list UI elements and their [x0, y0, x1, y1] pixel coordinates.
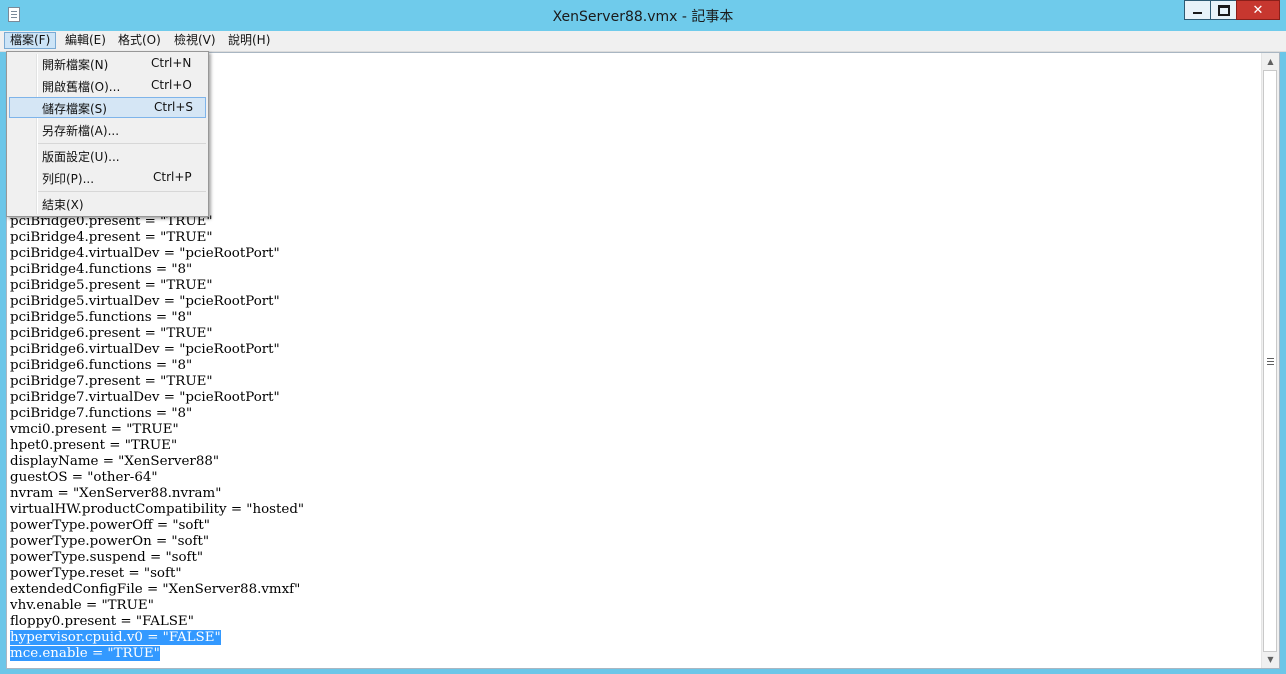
line-text: pciBridge5.present = "TRUE" — [10, 278, 213, 293]
menu-item-save[interactable]: 儲存檔案(S) Ctrl+S — [9, 97, 206, 118]
line-text: pciBridge4.present = "TRUE" — [10, 230, 213, 245]
window-controls: ✕ — [1184, 0, 1280, 21]
line-text: pciBridge7.virtualDev = "pcieRootPort" — [10, 390, 280, 405]
text-line[interactable]: pciBridge6.virtualDev = "pcieRootPort" — [10, 342, 1261, 358]
line-text: powerType.suspend = "soft" — [10, 550, 204, 565]
text-line[interactable]: pciBridge7.virtualDev = "pcieRootPort" — [10, 390, 1261, 406]
text-line[interactable]: hpet0.present = "TRUE" — [10, 438, 1261, 454]
scroll-up-arrow-icon[interactable]: ▲ — [1262, 53, 1279, 70]
menu-item-label: 另存新檔(A)... — [42, 124, 120, 138]
text-line[interactable]: pciBridge5.virtualDev = "pcieRootPort" — [10, 294, 1261, 310]
text-line[interactable]: floppy0.present = "FALSE" — [10, 614, 1261, 630]
line-text: hpet0.present = "TRUE" — [10, 438, 178, 453]
menu-item-shortcut: Ctrl+O — [151, 78, 192, 92]
text-line[interactable]: powerType.suspend = "soft" — [10, 550, 1261, 566]
menu-item-label: 儲存檔案(S) — [42, 102, 107, 116]
text-line[interactable]: vhv.enable = "TRUE" — [10, 598, 1261, 614]
text-line[interactable]: pciBridge4.present = "TRUE" — [10, 230, 1261, 246]
menu-item-label: 列印(P)... — [42, 172, 95, 186]
text-line[interactable]: powerType.reset = "soft" — [10, 566, 1261, 582]
window-title: XenServer88.vmx - 記事本 — [552, 9, 734, 25]
minimize-icon — [1193, 12, 1202, 14]
text-line[interactable]: powerType.powerOff = "soft" — [10, 518, 1261, 534]
menu-separator — [38, 191, 206, 192]
menu-format[interactable]: 格式(O) — [113, 32, 166, 49]
line-text: pciBridge7.functions = "8" — [10, 406, 193, 421]
line-text: pciBridge6.functions = "8" — [10, 358, 193, 373]
text-line[interactable]: mce.enable = "TRUE" — [10, 646, 1261, 662]
line-text: pciBridge4.virtualDev = "pcieRootPort" — [10, 246, 280, 261]
text-line[interactable]: nvram = "XenServer88.nvram" — [10, 486, 1261, 502]
scrollbar-thumb[interactable] — [1263, 70, 1277, 652]
line-text: floppy0.present = "FALSE" — [10, 614, 194, 629]
line-text: mce.enable = "TRUE" — [10, 646, 160, 661]
scroll-down-arrow-icon[interactable]: ▼ — [1262, 651, 1279, 668]
text-line[interactable]: pciBridge7.present = "TRUE" — [10, 374, 1261, 390]
menu-item-label: 開新檔案(N) — [42, 58, 109, 72]
text-line[interactable]: virtualHW.productCompatibility = "hosted… — [10, 502, 1261, 518]
menu-item-page-setup[interactable]: 版面設定(U)... — [9, 145, 206, 166]
line-text: vmci0.present = "TRUE" — [10, 422, 179, 437]
text-line[interactable]: pciBridge7.functions = "8" — [10, 406, 1261, 422]
close-button[interactable]: ✕ — [1236, 0, 1280, 20]
line-text: virtualHW.productCompatibility = "hosted… — [10, 502, 305, 517]
menu-item-print[interactable]: 列印(P)... Ctrl+P — [9, 167, 206, 188]
text-line[interactable]: vmci0.present = "TRUE" — [10, 422, 1261, 438]
menu-item-new[interactable]: 開新檔案(N) Ctrl+N — [9, 53, 206, 74]
text-line[interactable]: pciBridge6.present = "TRUE" — [10, 326, 1261, 342]
menu-item-shortcut: Ctrl+N — [151, 56, 192, 70]
line-text: pciBridge7.present = "TRUE" — [10, 374, 213, 389]
menu-item-shortcut: Ctrl+P — [153, 170, 192, 184]
line-text: pciBridge4.functions = "8" — [10, 262, 193, 277]
line-text: pciBridge5.functions = "8" — [10, 310, 193, 325]
vertical-scrollbar[interactable]: ▲ ▼ — [1261, 53, 1279, 668]
menu-item-open[interactable]: 開啟舊檔(O)... Ctrl+O — [9, 75, 206, 96]
line-text: pciBridge6.present = "TRUE" — [10, 326, 213, 341]
line-text: powerType.reset = "soft" — [10, 566, 182, 581]
menu-help[interactable]: 說明(H) — [223, 32, 275, 49]
line-text: nvram = "XenServer88.nvram" — [10, 486, 222, 501]
line-text: extendedConfigFile = "XenServer88.vmxf" — [10, 582, 301, 597]
menu-file[interactable]: 檔案(F) — [4, 32, 57, 49]
menu-item-exit[interactable]: 結束(X) — [9, 193, 206, 214]
line-text: powerType.powerOn = "soft" — [10, 534, 210, 549]
text-line[interactable]: displayName = "XenServer88" — [10, 454, 1261, 470]
menu-separator — [38, 143, 206, 144]
grip-icon — [1266, 360, 1274, 362]
line-text: pciBridge5.virtualDev = "pcieRootPort" — [10, 294, 280, 309]
menu-item-shortcut: Ctrl+S — [154, 100, 194, 114]
maximize-icon — [1217, 4, 1230, 16]
close-icon: ✕ — [1252, 2, 1264, 18]
menu-item-save-as[interactable]: 另存新檔(A)... — [9, 119, 206, 140]
text-line[interactable]: hypervisor.cpuid.v0 = "FALSE" — [10, 630, 1261, 646]
text-line[interactable]: pciBridge6.functions = "8" — [10, 358, 1261, 374]
line-text: displayName = "XenServer88" — [10, 454, 220, 469]
line-text: guestOS = "other-64" — [10, 470, 158, 485]
text-line[interactable]: pciBridge5.functions = "8" — [10, 310, 1261, 326]
menu-view[interactable]: 檢視(V) — [169, 32, 221, 49]
text-line[interactable]: extendedConfigFile = "XenServer88.vmxf" — [10, 582, 1261, 598]
line-text: powerType.powerOff = "soft" — [10, 518, 210, 533]
text-line[interactable]: guestOS = "other-64" — [10, 470, 1261, 486]
menu-item-label: 版面設定(U)... — [42, 150, 120, 164]
line-text: pciBridge6.virtualDev = "pcieRootPort" — [10, 342, 280, 357]
line-text: vhv.enable = "TRUE" — [10, 598, 154, 613]
menu-item-label: 開啟舊檔(O)... — [42, 80, 121, 94]
menu-item-label: 結束(X) — [42, 198, 84, 212]
text-line[interactable]: powerType.powerOn = "soft" — [10, 534, 1261, 550]
file-menu-dropdown: 開新檔案(N) Ctrl+N 開啟舊檔(O)... Ctrl+O 儲存檔案(S)… — [6, 51, 209, 217]
menu-bar: 檔案(F) 編輯(E) 格式(O) 檢視(V) 說明(H) — [0, 31, 1286, 52]
title-bar[interactable]: XenServer88.vmx - 記事本 ✕ — [0, 0, 1286, 31]
text-line[interactable]: pciBridge4.virtualDev = "pcieRootPort" — [10, 246, 1261, 262]
maximize-button[interactable] — [1210, 0, 1237, 20]
menu-edit[interactable]: 編輯(E) — [60, 32, 111, 49]
line-text: hypervisor.cpuid.v0 = "FALSE" — [10, 630, 221, 645]
minimize-button[interactable] — [1184, 0, 1211, 20]
text-line[interactable]: pciBridge5.present = "TRUE" — [10, 278, 1261, 294]
text-line[interactable]: pciBridge4.functions = "8" — [10, 262, 1261, 278]
